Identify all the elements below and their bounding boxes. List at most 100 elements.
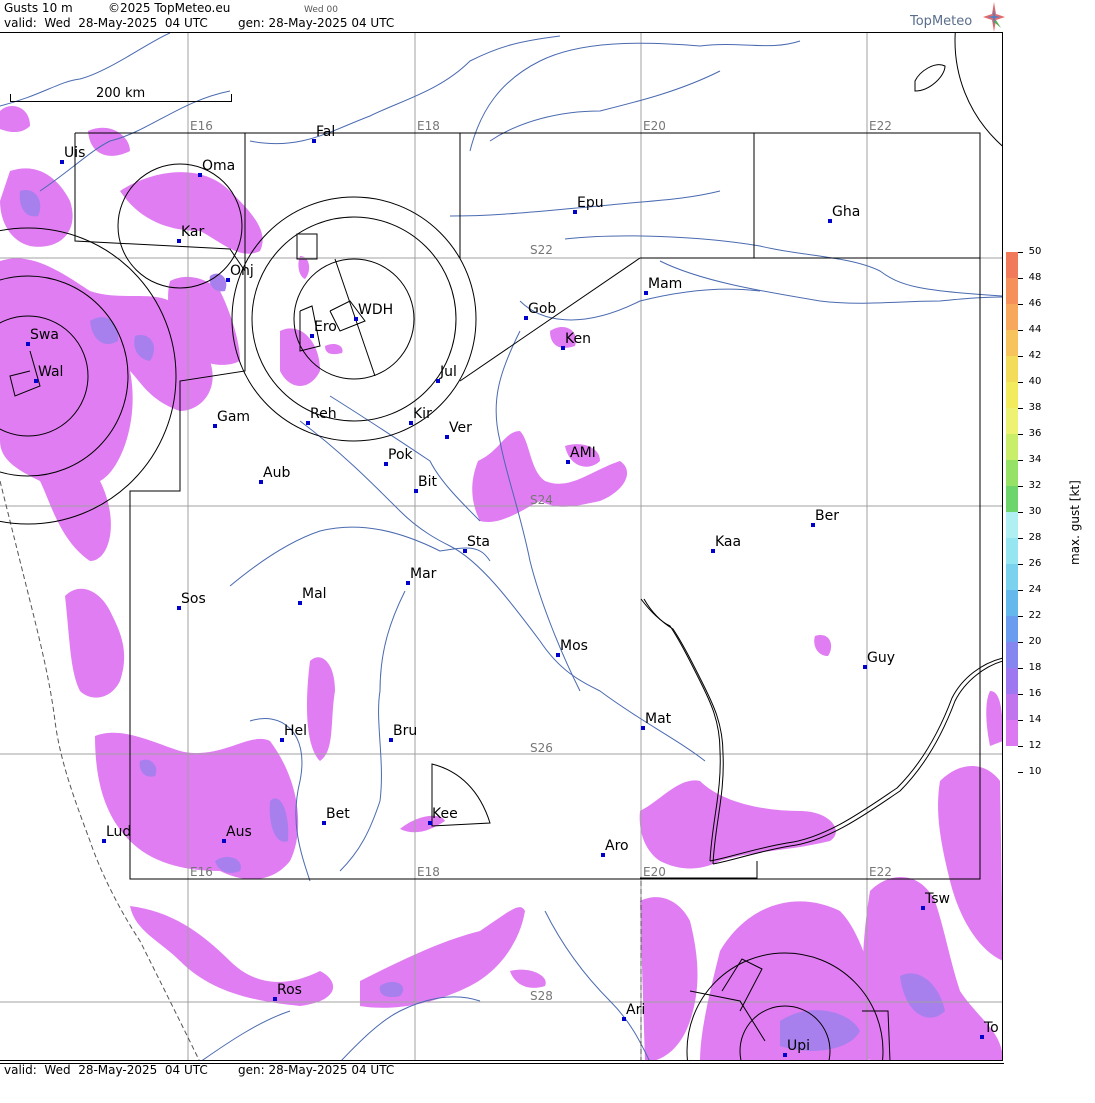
gust-map: [0, 33, 1002, 1060]
legend-swatch-32: [1006, 486, 1018, 512]
place-label: Ero: [314, 319, 337, 335]
place-label: Reh: [310, 406, 337, 422]
place-label: Upi: [787, 1038, 811, 1054]
gust-area: [120, 172, 263, 254]
legend-tick-28: 28: [1018, 533, 1046, 543]
gust-area: [307, 657, 335, 761]
legend-swatch-30: [1006, 512, 1018, 538]
place-label: Bet: [326, 806, 350, 822]
place-label: Ken: [565, 331, 591, 347]
gust-area: [510, 969, 546, 988]
gust-area: [986, 691, 1002, 746]
legend-swatch-44: [1006, 330, 1018, 356]
legend-tick-38: 38: [1018, 403, 1046, 413]
gust-area: [65, 588, 125, 698]
place-label: Mam: [648, 276, 683, 292]
place-label: To: [984, 1020, 999, 1036]
place-label: Epu: [577, 195, 604, 211]
grid-label-e18: E18: [417, 865, 440, 879]
gust-area: [95, 732, 299, 880]
place-label: Wal: [38, 364, 64, 380]
legend-swatch-26: [1006, 564, 1018, 590]
legend-tick-44: 44: [1018, 325, 1046, 335]
legend-swatch-42: [1006, 356, 1018, 382]
place-label: Aub: [263, 465, 291, 481]
legend-swatch-14: [1006, 720, 1018, 746]
place-label: Aus: [226, 824, 252, 840]
legend-tick-20: 20: [1018, 637, 1046, 647]
header: Gusts 10 m ©2025 TopMeteo.eu Wed 00 vali…: [0, 2, 1004, 32]
place-label: Sta: [467, 534, 490, 550]
legend-tick-48: 48: [1018, 273, 1046, 283]
footer: valid: Wed 28-May-2025 04 UTC gen: 28-Ma…: [0, 1063, 1004, 1078]
grid-label-e22: E22: [869, 865, 892, 879]
legend-tick-46: 46: [1018, 299, 1046, 309]
footer-generated-time: gen: 28-May-2025 04 UTC: [238, 1063, 395, 1077]
footer-valid-time: valid: Wed 28-May-2025 04 UTC: [4, 1063, 208, 1077]
gust-area: [814, 635, 832, 656]
place-label: Oma: [202, 158, 236, 174]
place-label: WDH: [358, 302, 394, 318]
legend-swatch-48: [1006, 278, 1018, 304]
legend-swatch-28: [1006, 538, 1018, 564]
legend-tick-50: 50: [1018, 247, 1046, 257]
place-label: Kir: [413, 406, 432, 422]
grid-label-e16: E16: [190, 119, 213, 133]
place-label: Ber: [815, 508, 839, 524]
grid-label-s28: S28: [530, 989, 553, 1003]
legend-tick-16: 16: [1018, 689, 1046, 699]
gust-area: [325, 343, 343, 355]
place-label: Ari: [626, 1002, 646, 1018]
legend-swatch-24: [1006, 590, 1018, 616]
grid-label-e16: E16: [190, 865, 213, 879]
gust-area: [472, 431, 628, 522]
place-label: Ros: [277, 982, 302, 998]
place-label: Hel: [284, 723, 308, 739]
grid-label-s26: S26: [530, 741, 553, 755]
place-label: Bit: [418, 474, 437, 490]
legend-swatch-20: [1006, 642, 1018, 668]
gust-area: [639, 780, 836, 869]
place-label: Guy: [867, 650, 896, 666]
grid-label-s24: S24: [530, 493, 553, 507]
legend-tick-22: 22: [1018, 611, 1046, 621]
place-label: Jul: [440, 364, 457, 380]
gust-fields: [0, 106, 1002, 1060]
legend-swatch-46: [1006, 304, 1018, 330]
gust-area-strong: [379, 981, 404, 998]
copyright: ©2025 TopMeteo.eu: [108, 1, 231, 15]
legend-swatch-50: [1006, 252, 1018, 278]
legend-tick-34: 34: [1018, 455, 1046, 465]
legend-swatch-40: [1006, 382, 1018, 408]
grid-label-e20: E20: [643, 865, 666, 879]
legend-tick-24: 24: [1018, 585, 1046, 595]
place-label: Kaa: [715, 534, 742, 550]
legend-swatch-22: [1006, 616, 1018, 642]
place-label: Mos: [560, 638, 588, 654]
place-label: Uis: [64, 145, 86, 161]
place-label: AMI: [570, 445, 596, 461]
place-label: Lud: [106, 824, 132, 840]
place-label: Mat: [645, 711, 672, 727]
valid-time: valid: Wed 28-May-2025 04 UTC: [4, 16, 208, 30]
gust-area: [0, 106, 30, 133]
legend-tick-42: 42: [1018, 351, 1046, 361]
place-label: Pok: [388, 447, 413, 463]
legend-title: max. gust [kt]: [1068, 480, 1082, 565]
place-label: Fal: [316, 124, 336, 140]
gust-area: [938, 766, 1002, 961]
gust-area: [640, 897, 698, 1060]
grid-label-e18: E18: [417, 119, 440, 133]
legend-tick-32: 32: [1018, 481, 1046, 491]
place-label: Onj: [230, 263, 254, 279]
place-label: Gha: [832, 204, 861, 220]
place-label: Kar: [181, 224, 205, 240]
gust-area: [130, 906, 334, 1006]
place-label: Bru: [393, 723, 418, 739]
scale-bar: [10, 94, 232, 102]
map-panel[interactable]: Uis Fal Oma Kar Epu Gha Onj Mam Swa Gob WDH Ero Ken W…: [0, 32, 1003, 1061]
place-label: Ver: [449, 420, 472, 436]
legend-tick-26: 26: [1018, 559, 1046, 569]
legend-tick-10: 10: [1018, 767, 1046, 777]
topmeteo-logo: TopMeteo: [910, 14, 973, 29]
